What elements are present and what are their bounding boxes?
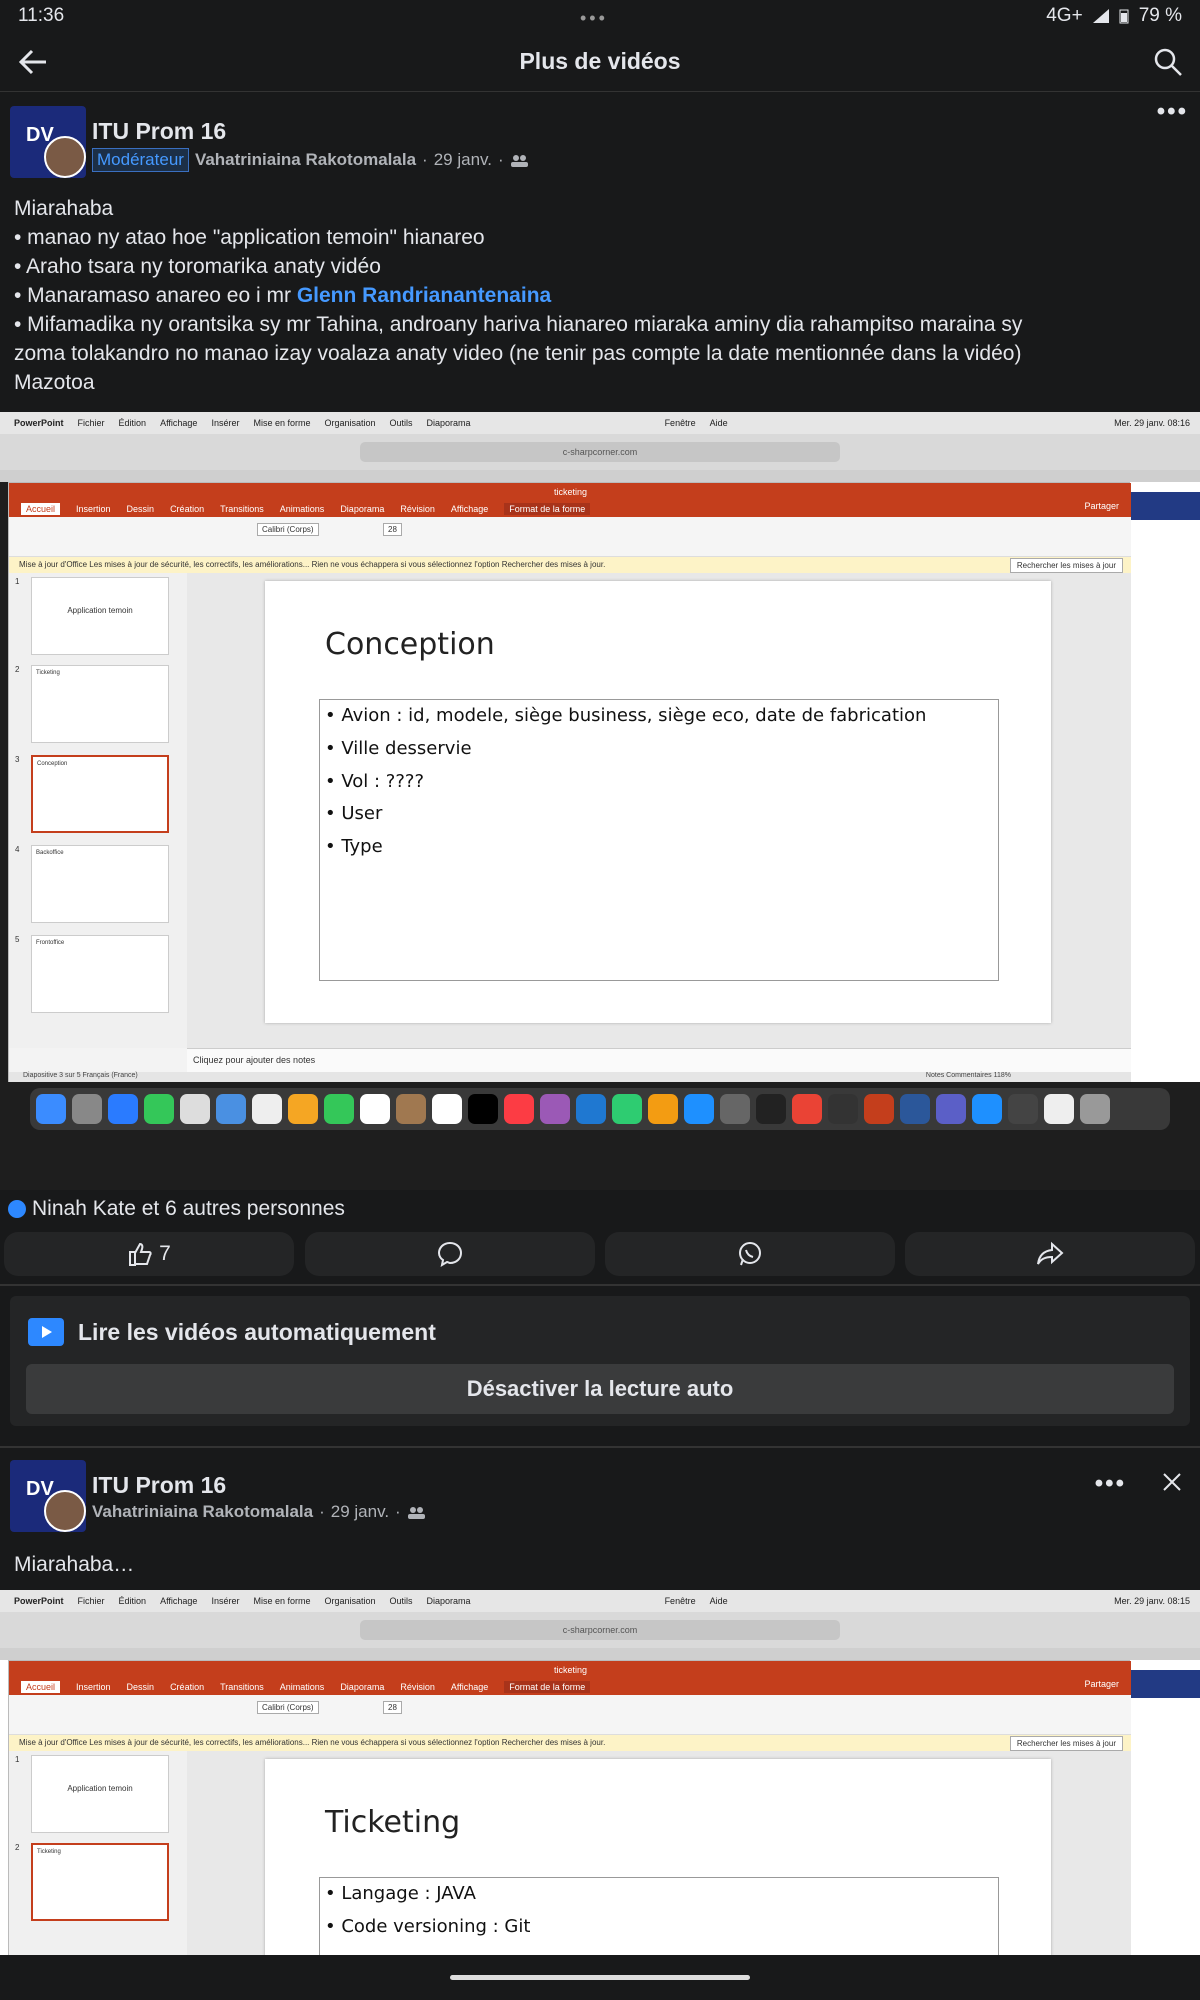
- battery-icon: [1119, 9, 1129, 24]
- battery-level: 79 %: [1138, 5, 1182, 26]
- post-line: • Manaramaso anareo eo i mr Glenn Randri…: [14, 284, 552, 307]
- notes-pane: Cliquez pour ajouter des notes: [187, 1048, 1131, 1072]
- mac-dock: [30, 1088, 1170, 1130]
- status-bar: 11:36 ••• 4G+ 79 %: [0, 0, 1200, 32]
- home-indicator[interactable]: [450, 1975, 750, 1980]
- comment-icon: [437, 1241, 463, 1268]
- multitask-dots[interactable]: •••: [580, 8, 608, 29]
- clock: 11:36: [18, 5, 65, 26]
- comment-button[interactable]: [305, 1232, 595, 1276]
- author-name[interactable]: Vahatriniaina Rakotomalala: [195, 150, 416, 170]
- reactions-row[interactable]: Ninah Kate et 6 autres personnes: [0, 1194, 1200, 1224]
- signal-icon: [1092, 9, 1109, 23]
- ribbon: Calibri (Corps) 28: [9, 1695, 1131, 1735]
- post-line: zoma tolakandro no manao izay voalaza an…: [14, 342, 1022, 365]
- thumbs-up-icon: [129, 1242, 152, 1266]
- members-icon: [407, 1507, 425, 1519]
- post-text: Miarahaba • manao ny atao hoe "applicati…: [14, 194, 1189, 397]
- post-line: • Mifamadika ny orantsika sy mr Tahina, …: [14, 313, 1023, 336]
- network-label: 4G+: [1046, 5, 1083, 26]
- url-bar: c-sharpcorner.com: [360, 442, 840, 462]
- post-meta: Vahatriniaina Rakotomalala · 29 janv. ·: [92, 1502, 425, 1522]
- mac-clock: Mer. 29 janv. 08:15: [1114, 1596, 1190, 1606]
- author-avatar[interactable]: [44, 1490, 86, 1532]
- browser-toolbar: c-sharpcorner.com: [0, 434, 1200, 470]
- ribbon-tabs: Accueil Insertion Dessin Création Transiti…: [9, 1679, 1131, 1695]
- like-button[interactable]: 7: [4, 1232, 294, 1276]
- url-bar: c-sharpcorner.com: [360, 1620, 840, 1640]
- post-line: Miarahaba: [14, 197, 114, 220]
- whatsapp-icon: [739, 1242, 761, 1266]
- author-avatar[interactable]: [44, 136, 86, 178]
- slide-canvas: Conception • Avion : id, modele, siège b…: [187, 573, 1131, 1048]
- play-icon: [28, 1318, 64, 1346]
- powerpoint-window: ticketing Accueil Insertion Dessin Créati…: [8, 1660, 1131, 1955]
- post-line: • manao ny atao hoe "application temoin"…: [14, 226, 485, 249]
- action-bar: 7: [0, 1232, 1200, 1276]
- mac-menubar: PowerPoint Fichier Édition Affichage Insér…: [0, 1590, 1200, 1612]
- group-avatar[interactable]: DV: [10, 106, 86, 178]
- post-date[interactable]: 29 janv.: [331, 1502, 389, 1522]
- autoplay-panel: Lire les vidéos automatiquement Désactiv…: [10, 1296, 1190, 1426]
- slide: Ticketing • Langage : JAVA • Code versio…: [265, 1759, 1051, 1955]
- ppt-title: ticketing: [9, 1661, 1131, 1679]
- slide: Conception • Avion : id, modele, siège b…: [265, 581, 1051, 1023]
- post-line: Mazotoa: [14, 371, 95, 394]
- moderator-badge: Modérateur: [92, 148, 189, 172]
- like-count: 7: [159, 1242, 171, 1265]
- update-infobar: Mise à jour d'Office Les mises à jour de…: [9, 557, 1131, 573]
- slide-title: Ticketing: [325, 1805, 461, 1840]
- back-arrow-icon[interactable]: [14, 44, 54, 80]
- post-meta: Modérateur Vahatriniaina Rakotomalala · …: [92, 148, 528, 172]
- slide-thumbnails: 1 Application temoin 2 Ticketing 3 Conce…: [9, 573, 187, 1048]
- more-options-icon[interactable]: •••: [1157, 98, 1188, 126]
- like-reaction-icon: [8, 1200, 26, 1218]
- post-date[interactable]: 29 janv.: [434, 150, 492, 170]
- ppt-title: ticketing: [9, 483, 1131, 501]
- post-line: • Araho tsara ny toromarika anaty vidéo: [14, 255, 381, 278]
- page-title: Plus de vidéos: [519, 48, 681, 74]
- mac-menubar: PowerPoint Fichier Édition Affichage Insér…: [0, 412, 1200, 434]
- disable-autoplay-button[interactable]: Désactiver la lecture auto: [26, 1364, 1174, 1414]
- slide-title: Conception: [325, 627, 495, 662]
- share-button[interactable]: [905, 1232, 1195, 1276]
- powerpoint-window: ticketing Accueil Insertion Dessin Créati…: [8, 482, 1131, 1083]
- group-name[interactable]: ITU Prom 16: [92, 1472, 226, 1499]
- status-icons: 4G+ 79 %: [1046, 5, 1182, 27]
- ribbon: Calibri (Corps) 28: [9, 517, 1131, 557]
- header: Plus de vidéos: [0, 32, 1200, 92]
- mac-clock: Mer. 29 janv. 08:16: [1114, 418, 1190, 428]
- members-icon: [510, 155, 528, 167]
- mention-link[interactable]: Glenn Randrianantenaina: [297, 284, 551, 307]
- close-icon[interactable]: [1158, 1468, 1186, 1496]
- ribbon-tabs: Accueil Insertion Dessin Création Transiti…: [9, 501, 1131, 517]
- update-infobar: Mise à jour d'Office Les mises à jour de…: [9, 1735, 1131, 1751]
- reactions-summary[interactable]: Ninah Kate et 6 autres personnes: [32, 1197, 345, 1221]
- browser-tabs: [0, 1648, 1200, 1660]
- slide-thumbnails: 1 Application temoin 2 Ticketing: [9, 1751, 187, 1955]
- share-icon: [1037, 1241, 1064, 1265]
- author-name[interactable]: Vahatriniaina Rakotomalala: [92, 1502, 313, 1522]
- group-name[interactable]: ITU Prom 16: [92, 118, 226, 145]
- group-avatar[interactable]: DV: [10, 1460, 86, 1532]
- share-button: Partager: [1084, 501, 1119, 511]
- browser-tabs: [0, 470, 1200, 482]
- autoplay-title: Lire les vidéos automatiquement: [78, 1318, 436, 1345]
- share-button: Partager: [1084, 1679, 1119, 1689]
- more-options-icon[interactable]: •••: [1095, 1470, 1126, 1498]
- whatsapp-share-button[interactable]: [605, 1232, 895, 1276]
- search-icon[interactable]: [1150, 44, 1186, 80]
- video-thumbnail-1[interactable]: PowerPoint Fichier Édition Affichage Insér…: [0, 412, 1200, 1190]
- browser-toolbar: c-sharpcorner.com: [0, 1612, 1200, 1648]
- post-2: DV ITU Prom 16 Vahatriniaina Rakotomalal…: [0, 1448, 1200, 1588]
- slide-canvas: Ticketing • Langage : JAVA • Code versio…: [187, 1751, 1131, 1955]
- post-text[interactable]: Miarahaba…: [14, 1550, 1189, 1579]
- video-thumbnail-2[interactable]: PowerPoint Fichier Édition Affichage Insér…: [0, 1590, 1200, 1955]
